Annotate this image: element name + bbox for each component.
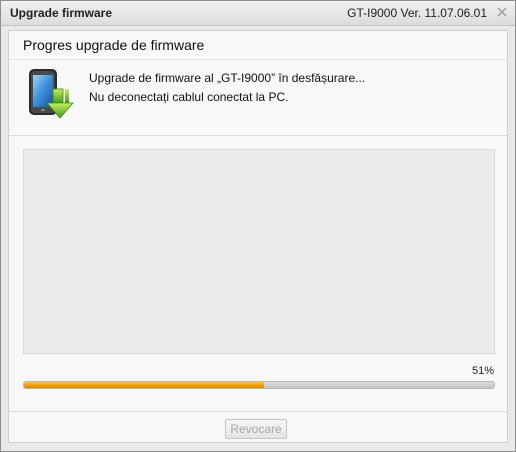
firmware-upgrade-window: Upgrade firmware GT-I9000 Ver. 11.07.06.… [0, 0, 516, 452]
progress-bar [23, 381, 495, 389]
close-icon[interactable] [495, 5, 509, 19]
content-panel: Progres upgrade de firmware Upgrade de f… [8, 30, 508, 443]
phone-download-icon [29, 69, 74, 119]
cancel-button[interactable]: Revocare [225, 419, 287, 439]
log-area [23, 149, 495, 354]
progress-percent: 51% [471, 365, 494, 377]
page-title: Progres upgrade de firmware [23, 37, 205, 53]
footer-divider [9, 411, 507, 412]
title-bar[interactable]: Upgrade firmware GT-I9000 Ver. 11.07.06.… [1, 1, 515, 26]
progress-bar-fill [24, 382, 264, 388]
header-divider [9, 59, 507, 60]
warning-message: Nu deconectați cablul conectat la PC. [89, 90, 289, 104]
device-version: GT-I9000 Ver. 11.07.06.01 [347, 6, 487, 20]
status-message: Upgrade de firmware al „GT-I9000” în des… [89, 71, 366, 85]
window-title: Upgrade firmware [10, 6, 113, 20]
section-divider [9, 135, 507, 136]
